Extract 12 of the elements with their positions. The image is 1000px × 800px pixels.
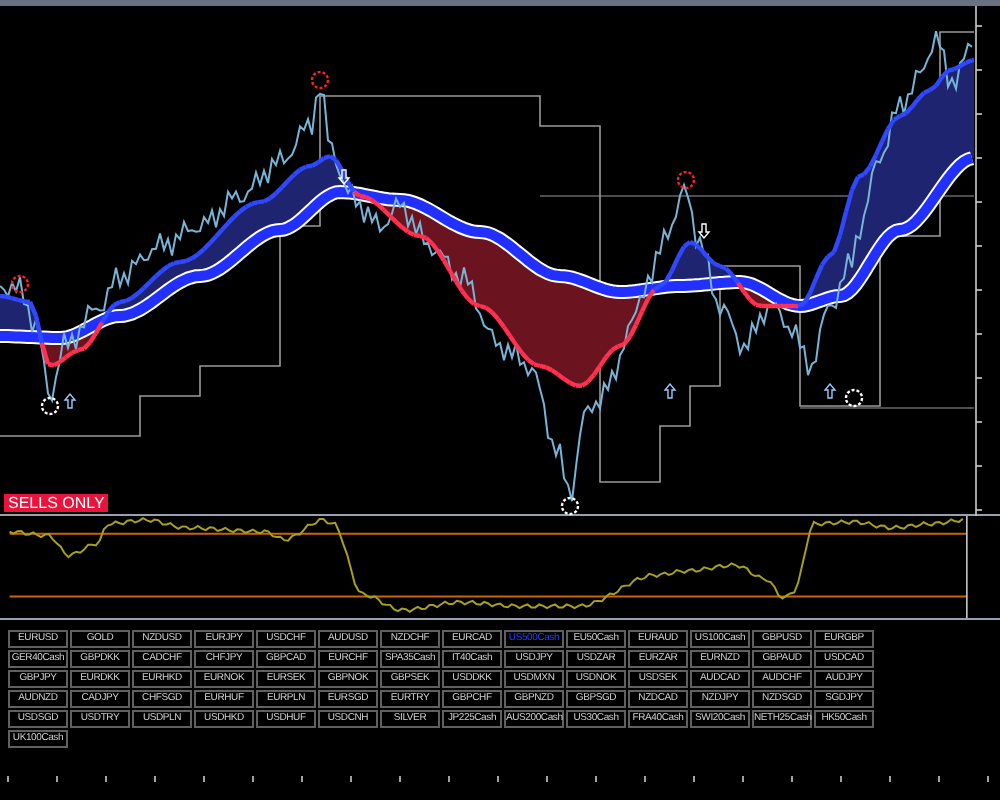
signal-circle-icon [40,396,60,416]
signal-circle-icon [310,70,330,90]
arrow-up-icon [823,382,837,399]
signal-circle-icon [844,388,864,408]
signal-circle-icon [10,274,30,294]
arrow-down-icon [337,169,351,186]
signal-circle-icon [560,496,580,516]
arrow-up-icon [63,392,77,409]
arrow-up-icon [663,382,677,399]
signal-circle-icon [676,170,696,190]
signal-badge: SELLS ONLY [4,494,109,512]
arrow-down-icon [697,223,711,240]
